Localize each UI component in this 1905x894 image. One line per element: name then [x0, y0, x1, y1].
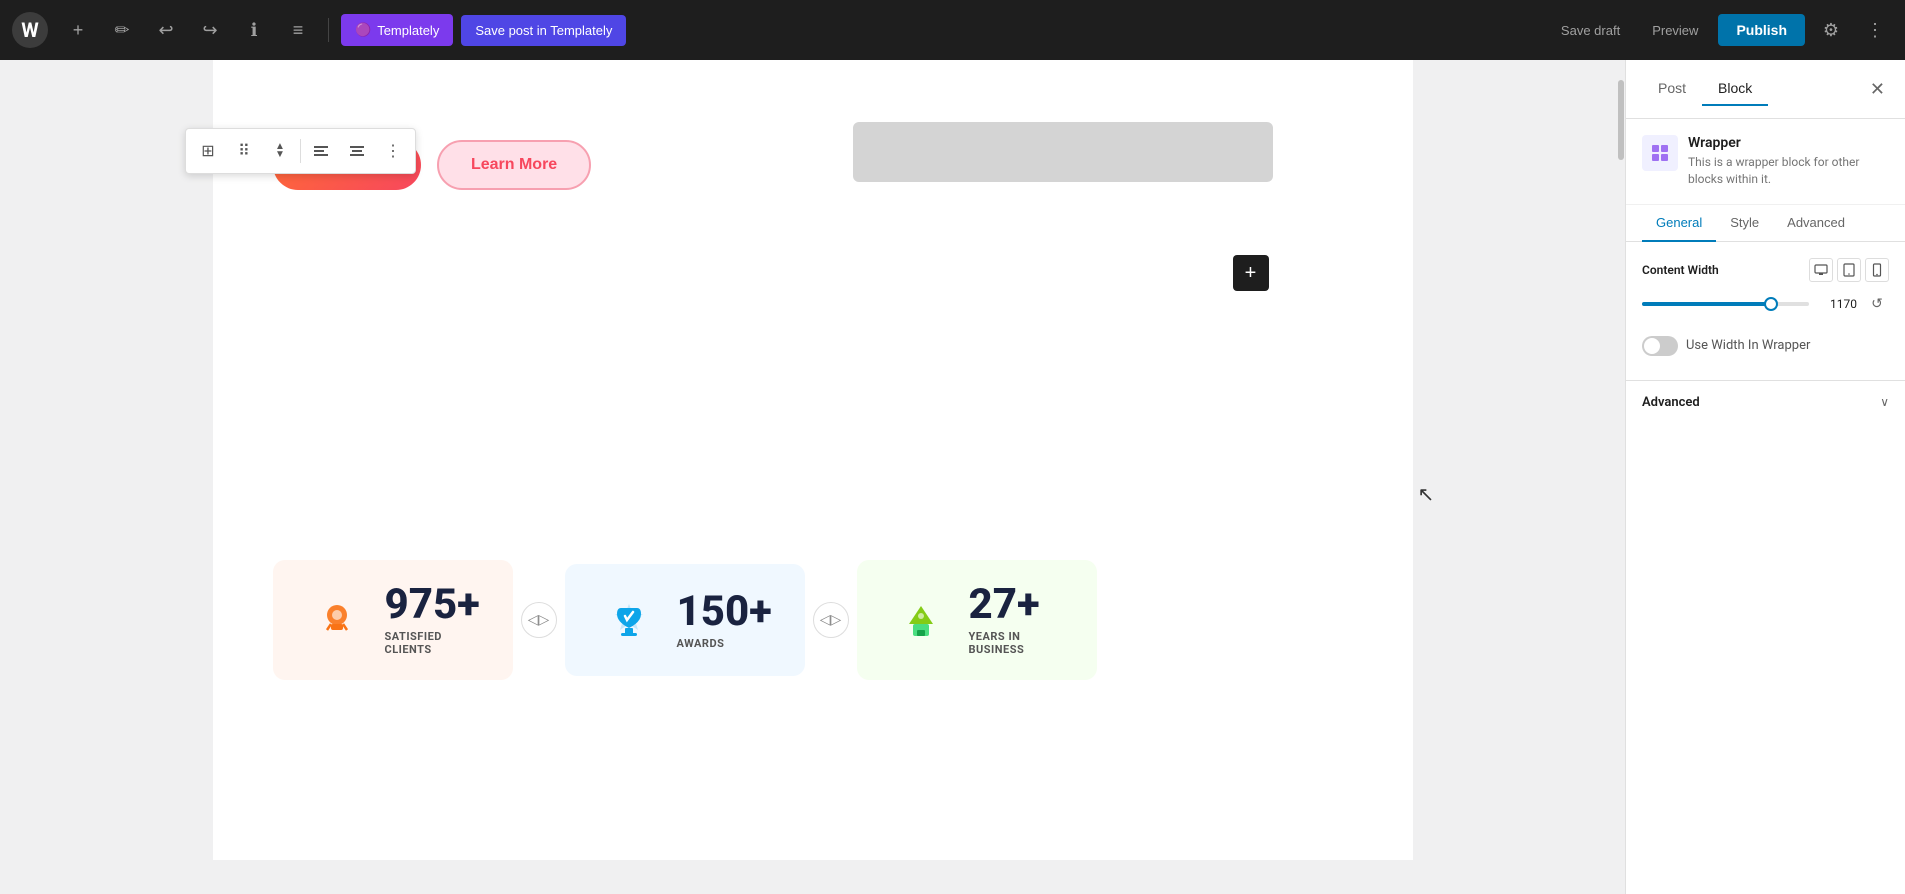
post-tab[interactable]: Post: [1642, 72, 1702, 106]
main-toolbar: W + ✏ ↩ ↪ ℹ ≡ 🟣 Templately Save post in …: [0, 0, 1905, 60]
stat-icon-years: [889, 588, 953, 652]
wrapper-description: This is a wrapper block for other blocks…: [1688, 154, 1889, 188]
close-panel-button[interactable]: ✕: [1866, 75, 1889, 104]
content-width-label: Content Width: [1642, 263, 1719, 277]
stat-card-years: 27+ YEARS INBUSINESS: [857, 560, 1097, 680]
placeholder-bar: [853, 122, 1273, 182]
save-templately-button[interactable]: Save post in Templately: [461, 15, 626, 46]
panel-header: Post Block ✕: [1626, 60, 1905, 119]
stat-arrow-2[interactable]: ◁▷: [813, 602, 849, 638]
general-panel-content: Content Width: [1626, 242, 1905, 380]
publish-button[interactable]: Publish: [1718, 14, 1805, 46]
toggle-label: Use Width In Wrapper: [1686, 338, 1810, 353]
stat-text-years: 27+ YEARS INBUSINESS: [969, 584, 1040, 656]
stat-icon-awards: [597, 588, 661, 652]
toggle-knob: [1644, 338, 1660, 354]
add-block-canvas-button[interactable]: +: [1233, 255, 1269, 291]
stat-label-years: YEARS INBUSINESS: [969, 630, 1040, 656]
wrapper-title: Wrapper: [1688, 135, 1889, 151]
stat-text-clients: 975+ SATISFIEDCLIENTS: [385, 584, 480, 656]
sub-tabs: General Style Advanced: [1626, 205, 1905, 242]
stat-card-awards: 150+ AWARDS: [565, 564, 805, 676]
wrapper-details: Wrapper This is a wrapper block for othe…: [1688, 135, 1889, 188]
save-draft-button[interactable]: Save draft: [1549, 15, 1632, 46]
stat-number-clients: 975+: [385, 584, 480, 626]
stats-section: 975+ SATISFIEDCLIENTS ◁▷: [213, 540, 1413, 700]
stat-number-awards: 150+: [677, 591, 772, 633]
canvas-area[interactable]: ⊞ ⠿ ▲▼ ⋮ Contact Us Lea: [0, 60, 1625, 894]
stat-card-clients: 975+ SATISFIEDCLIENTS: [273, 560, 513, 680]
wrapper-icon: [1642, 135, 1678, 171]
drag-handle[interactable]: ⠿: [226, 133, 262, 169]
toolbar-divider: [328, 18, 329, 42]
block-type-icon[interactable]: ⊞: [190, 133, 226, 169]
width-icons: [1809, 258, 1889, 282]
canvas-scrollbar[interactable]: [1617, 60, 1625, 894]
canvas-content: Contact Us Learn More + ↖: [213, 60, 1413, 860]
right-panel: Post Block ✕ Wrapper This is a wrapper b…: [1625, 60, 1905, 894]
slider-thumb[interactable]: [1764, 297, 1778, 311]
info-button[interactable]: ℹ: [236, 12, 272, 48]
templately-label: Templately: [377, 23, 439, 38]
more-options-button[interactable]: ⋮: [1857, 12, 1893, 48]
block-toolbar: ⊞ ⠿ ▲▼ ⋮: [185, 128, 416, 174]
redo-button[interactable]: ↪: [192, 12, 228, 48]
list-view-button[interactable]: ≡: [280, 12, 316, 48]
width-icon-desktop[interactable]: [1809, 258, 1833, 282]
width-icon-tablet[interactable]: [1837, 258, 1861, 282]
cursor-icon: ↖: [1418, 482, 1435, 506]
more-block-options-button[interactable]: ⋮: [375, 133, 411, 169]
settings-button[interactable]: ⚙: [1813, 12, 1849, 48]
use-width-toggle[interactable]: [1642, 336, 1678, 356]
templately-icon: 🟣: [355, 22, 371, 38]
templately-button[interactable]: 🟣 Templately: [341, 14, 453, 46]
panel-tabs: Post Block: [1642, 72, 1768, 106]
wrapper-info: Wrapper This is a wrapper block for othe…: [1626, 119, 1905, 205]
block-tab[interactable]: Block: [1702, 72, 1768, 106]
slider-value: 1170: [1817, 297, 1857, 311]
general-tab[interactable]: General: [1642, 205, 1716, 242]
advanced-tab[interactable]: Advanced: [1773, 205, 1859, 242]
advanced-section-label: Advanced: [1642, 395, 1700, 410]
learn-more-button[interactable]: Learn More: [437, 140, 591, 190]
toolbar-separator: [300, 139, 301, 163]
align-left-button[interactable]: [303, 133, 339, 169]
stat-label-awards: AWARDS: [677, 637, 772, 650]
stat-number-years: 27+: [969, 584, 1040, 626]
width-icon-mobile[interactable]: [1865, 258, 1889, 282]
preview-button[interactable]: Preview: [1640, 15, 1710, 46]
add-block-button[interactable]: +: [60, 12, 96, 48]
content-width-slider[interactable]: [1642, 302, 1809, 306]
chevron-down-icon: ∨: [1880, 395, 1889, 409]
slider-fill: [1642, 302, 1767, 306]
stat-label-clients: SATISFIEDCLIENTS: [385, 630, 480, 656]
toggle-row: Use Width In Wrapper: [1642, 328, 1889, 364]
stat-icon-clients: [305, 588, 369, 652]
stat-arrow-1[interactable]: ◁▷: [521, 602, 557, 638]
undo-button[interactable]: ↩: [148, 12, 184, 48]
move-up-down-button[interactable]: ▲▼: [262, 133, 298, 169]
advanced-section[interactable]: Advanced ∨: [1626, 380, 1905, 424]
scrollbar-thumb[interactable]: [1618, 80, 1624, 160]
content-width-row: Content Width: [1642, 258, 1889, 282]
main-layout: ⊞ ⠿ ▲▼ ⋮ Contact Us Lea: [0, 60, 1905, 894]
reset-slider-button[interactable]: ↺: [1865, 292, 1889, 316]
cursor-indicator: ↖: [1418, 482, 1435, 506]
wp-logo[interactable]: W: [12, 12, 48, 48]
slider-row: 1170 ↺: [1642, 292, 1889, 316]
align-center-button[interactable]: [339, 133, 375, 169]
style-tab[interactable]: Style: [1716, 205, 1773, 242]
edit-button[interactable]: ✏: [104, 12, 140, 48]
stat-text-awards: 150+ AWARDS: [677, 591, 772, 650]
